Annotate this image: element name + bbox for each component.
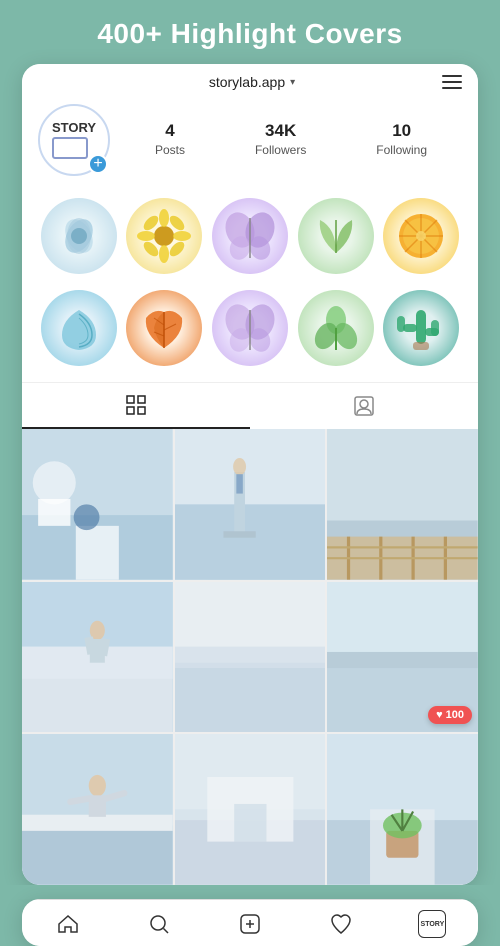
phone-card-bottom: STORY bbox=[22, 899, 478, 946]
photo-cell-7[interactable] bbox=[22, 734, 173, 885]
highlight-8[interactable] bbox=[212, 290, 288, 366]
add-story-button[interactable]: + bbox=[88, 154, 108, 174]
highlights-section bbox=[22, 186, 478, 382]
highlight-9[interactable] bbox=[298, 290, 374, 366]
page-header: 400+ Highlight Covers bbox=[0, 0, 500, 64]
highlight-2[interactable] bbox=[126, 198, 202, 274]
nav-add[interactable] bbox=[204, 912, 295, 936]
highlight-4[interactable] bbox=[298, 198, 374, 274]
posts-count: 4 bbox=[155, 121, 185, 141]
nav-home[interactable] bbox=[22, 912, 113, 936]
profile-section: STORY + 4 Posts 34K Followers 10 Followi… bbox=[22, 96, 478, 186]
tab-grid[interactable] bbox=[22, 383, 250, 429]
highlight-5[interactable] bbox=[383, 198, 459, 274]
avatar-label: STORY bbox=[52, 121, 96, 159]
nav-heart[interactable] bbox=[296, 912, 387, 936]
like-badge: ♥100 bbox=[428, 706, 472, 724]
photo-grid: ♥100 bbox=[22, 429, 478, 885]
following-label: Following bbox=[376, 143, 427, 157]
following-stat: 10 Following bbox=[376, 121, 427, 159]
highlight-7[interactable] bbox=[126, 290, 202, 366]
highlight-1[interactable] bbox=[41, 198, 117, 274]
tab-bar bbox=[22, 382, 478, 429]
posts-stat: 4 Posts bbox=[155, 121, 185, 159]
highlights-row-2 bbox=[22, 286, 478, 370]
posts-label: Posts bbox=[155, 143, 185, 157]
tab-person[interactable] bbox=[250, 383, 478, 429]
highlights-row-1 bbox=[22, 194, 478, 278]
following-count: 10 bbox=[376, 121, 427, 141]
photo-cell-4[interactable] bbox=[22, 582, 173, 733]
topbar-center: storylab.app ▾ bbox=[209, 74, 295, 90]
nav-search[interactable] bbox=[113, 912, 204, 936]
followers-stat: 34K Followers bbox=[255, 121, 306, 159]
photo-cell-8[interactable] bbox=[175, 734, 326, 885]
nav-story[interactable]: STORY bbox=[387, 910, 478, 938]
phone-card-top: storylab.app ▾ STORY + 4 Posts 34K bbox=[22, 64, 478, 885]
stats-row: 4 Posts 34K Followers 10 Following bbox=[110, 121, 462, 159]
photo-cell-5[interactable] bbox=[175, 582, 326, 733]
photo-cell-9[interactable] bbox=[327, 734, 478, 885]
bottom-nav: STORY bbox=[22, 899, 478, 946]
ig-topbar: storylab.app ▾ bbox=[22, 64, 478, 96]
highlight-6[interactable] bbox=[41, 290, 117, 366]
like-count: 100 bbox=[446, 709, 464, 721]
followers-label: Followers bbox=[255, 143, 306, 157]
domain-text: storylab.app bbox=[209, 74, 285, 90]
avatar-wrap: STORY + bbox=[38, 104, 110, 176]
highlight-3[interactable] bbox=[212, 198, 288, 274]
highlight-10[interactable] bbox=[383, 290, 459, 366]
photo-cell-6[interactable]: ♥100 bbox=[327, 582, 478, 733]
chevron-down-icon: ▾ bbox=[290, 77, 295, 88]
menu-icon[interactable] bbox=[442, 75, 462, 89]
photo-cell-3[interactable] bbox=[327, 429, 478, 580]
photo-cell-2[interactable] bbox=[175, 429, 326, 580]
photo-cell-1[interactable] bbox=[22, 429, 173, 580]
followers-count: 34K bbox=[255, 121, 306, 141]
